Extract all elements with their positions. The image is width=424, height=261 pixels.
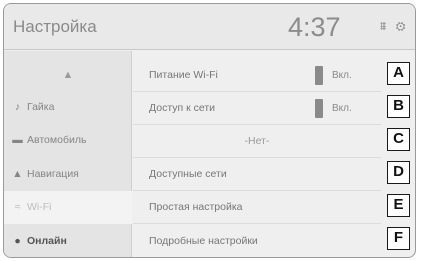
advanced-settings-row[interactable]: Подробные настройки [133, 225, 381, 257]
sidebar-item-navigation[interactable]: ▲ Навигация [4, 158, 132, 191]
connected-network-row: -Нет- [133, 125, 381, 158]
sidebar-item-online[interactable]: ● Онлайн [4, 225, 132, 257]
wifi-icon: ≈ [14, 201, 21, 213]
available-networks-row[interactable]: Доступные сети [133, 158, 381, 191]
easy-setup-row[interactable]: Простая настройка [133, 191, 381, 224]
row-label: Подробные настройки [149, 235, 258, 247]
network-access-row[interactable]: Доступ к сети Вкл. [133, 92, 381, 125]
row-label: Доступные сети [149, 168, 227, 180]
callout-e: E [387, 194, 410, 217]
page-title: Настройка [13, 17, 97, 36]
callout-c: C [387, 128, 410, 151]
toggle-value: Вкл. [332, 70, 352, 81]
chevron-up-icon: ▲ [62, 69, 74, 81]
callout-d: D [387, 161, 410, 184]
sidebar-item-label: Гайка [27, 101, 55, 113]
sidebar-item-guide[interactable]: ♪ Гайка [4, 91, 132, 124]
sidebar-item-label: Онлайн [27, 235, 67, 247]
callout-a: A [387, 62, 410, 85]
clock: 4:37 [288, 12, 341, 42]
row-label: Питание Wi-Fi [149, 69, 218, 81]
settings-list: Питание Wi-Fi Вкл. Доступ к сети Вкл. -Н… [133, 51, 415, 257]
music-icon: ♪ [14, 101, 21, 113]
callout-f: F [387, 227, 410, 250]
wifi-power-row[interactable]: Питание Wi-Fi Вкл. [133, 59, 381, 92]
wifi-power-toggle[interactable] [315, 66, 323, 85]
title-bar: Настройка 4:37 ⩩ ⚙ [4, 4, 415, 50]
settings-screen: Настройка 4:37 ⩩ ⚙ ▲ ♪ Гайка ▬ Автомобиль … [3, 3, 416, 258]
sidebar-item-label: Wi-Fi [27, 201, 52, 213]
sidebar-item-wifi[interactable]: ≈ Wi-Fi [4, 191, 132, 224]
sidebar: ▲ ♪ Гайка ▬ Автомобиль ▲ Навигация ≈ Wi-Fi ●… [4, 51, 132, 257]
sidebar-item-vehicle[interactable]: ▬ Автомобиль [4, 124, 132, 157]
network-access-toggle[interactable] [315, 99, 323, 118]
car-icon: ▬ [12, 134, 23, 146]
toggle-value: Вкл. [332, 103, 352, 114]
scroll-up-button[interactable]: ▲ [4, 59, 132, 92]
row-label: Простая настройка [149, 201, 243, 213]
status-icons: ⩩ ⚙ [380, 19, 409, 33]
sidebar-item-label: Автомобиль [27, 134, 87, 146]
navigation-icon: ▲ [12, 168, 23, 180]
connected-network-value: -Нет- [244, 135, 270, 147]
callout-b: B [387, 95, 410, 118]
online-icon: ● [14, 235, 21, 247]
row-label: Доступ к сети [149, 102, 216, 114]
sidebar-item-label: Навигация [27, 168, 79, 180]
